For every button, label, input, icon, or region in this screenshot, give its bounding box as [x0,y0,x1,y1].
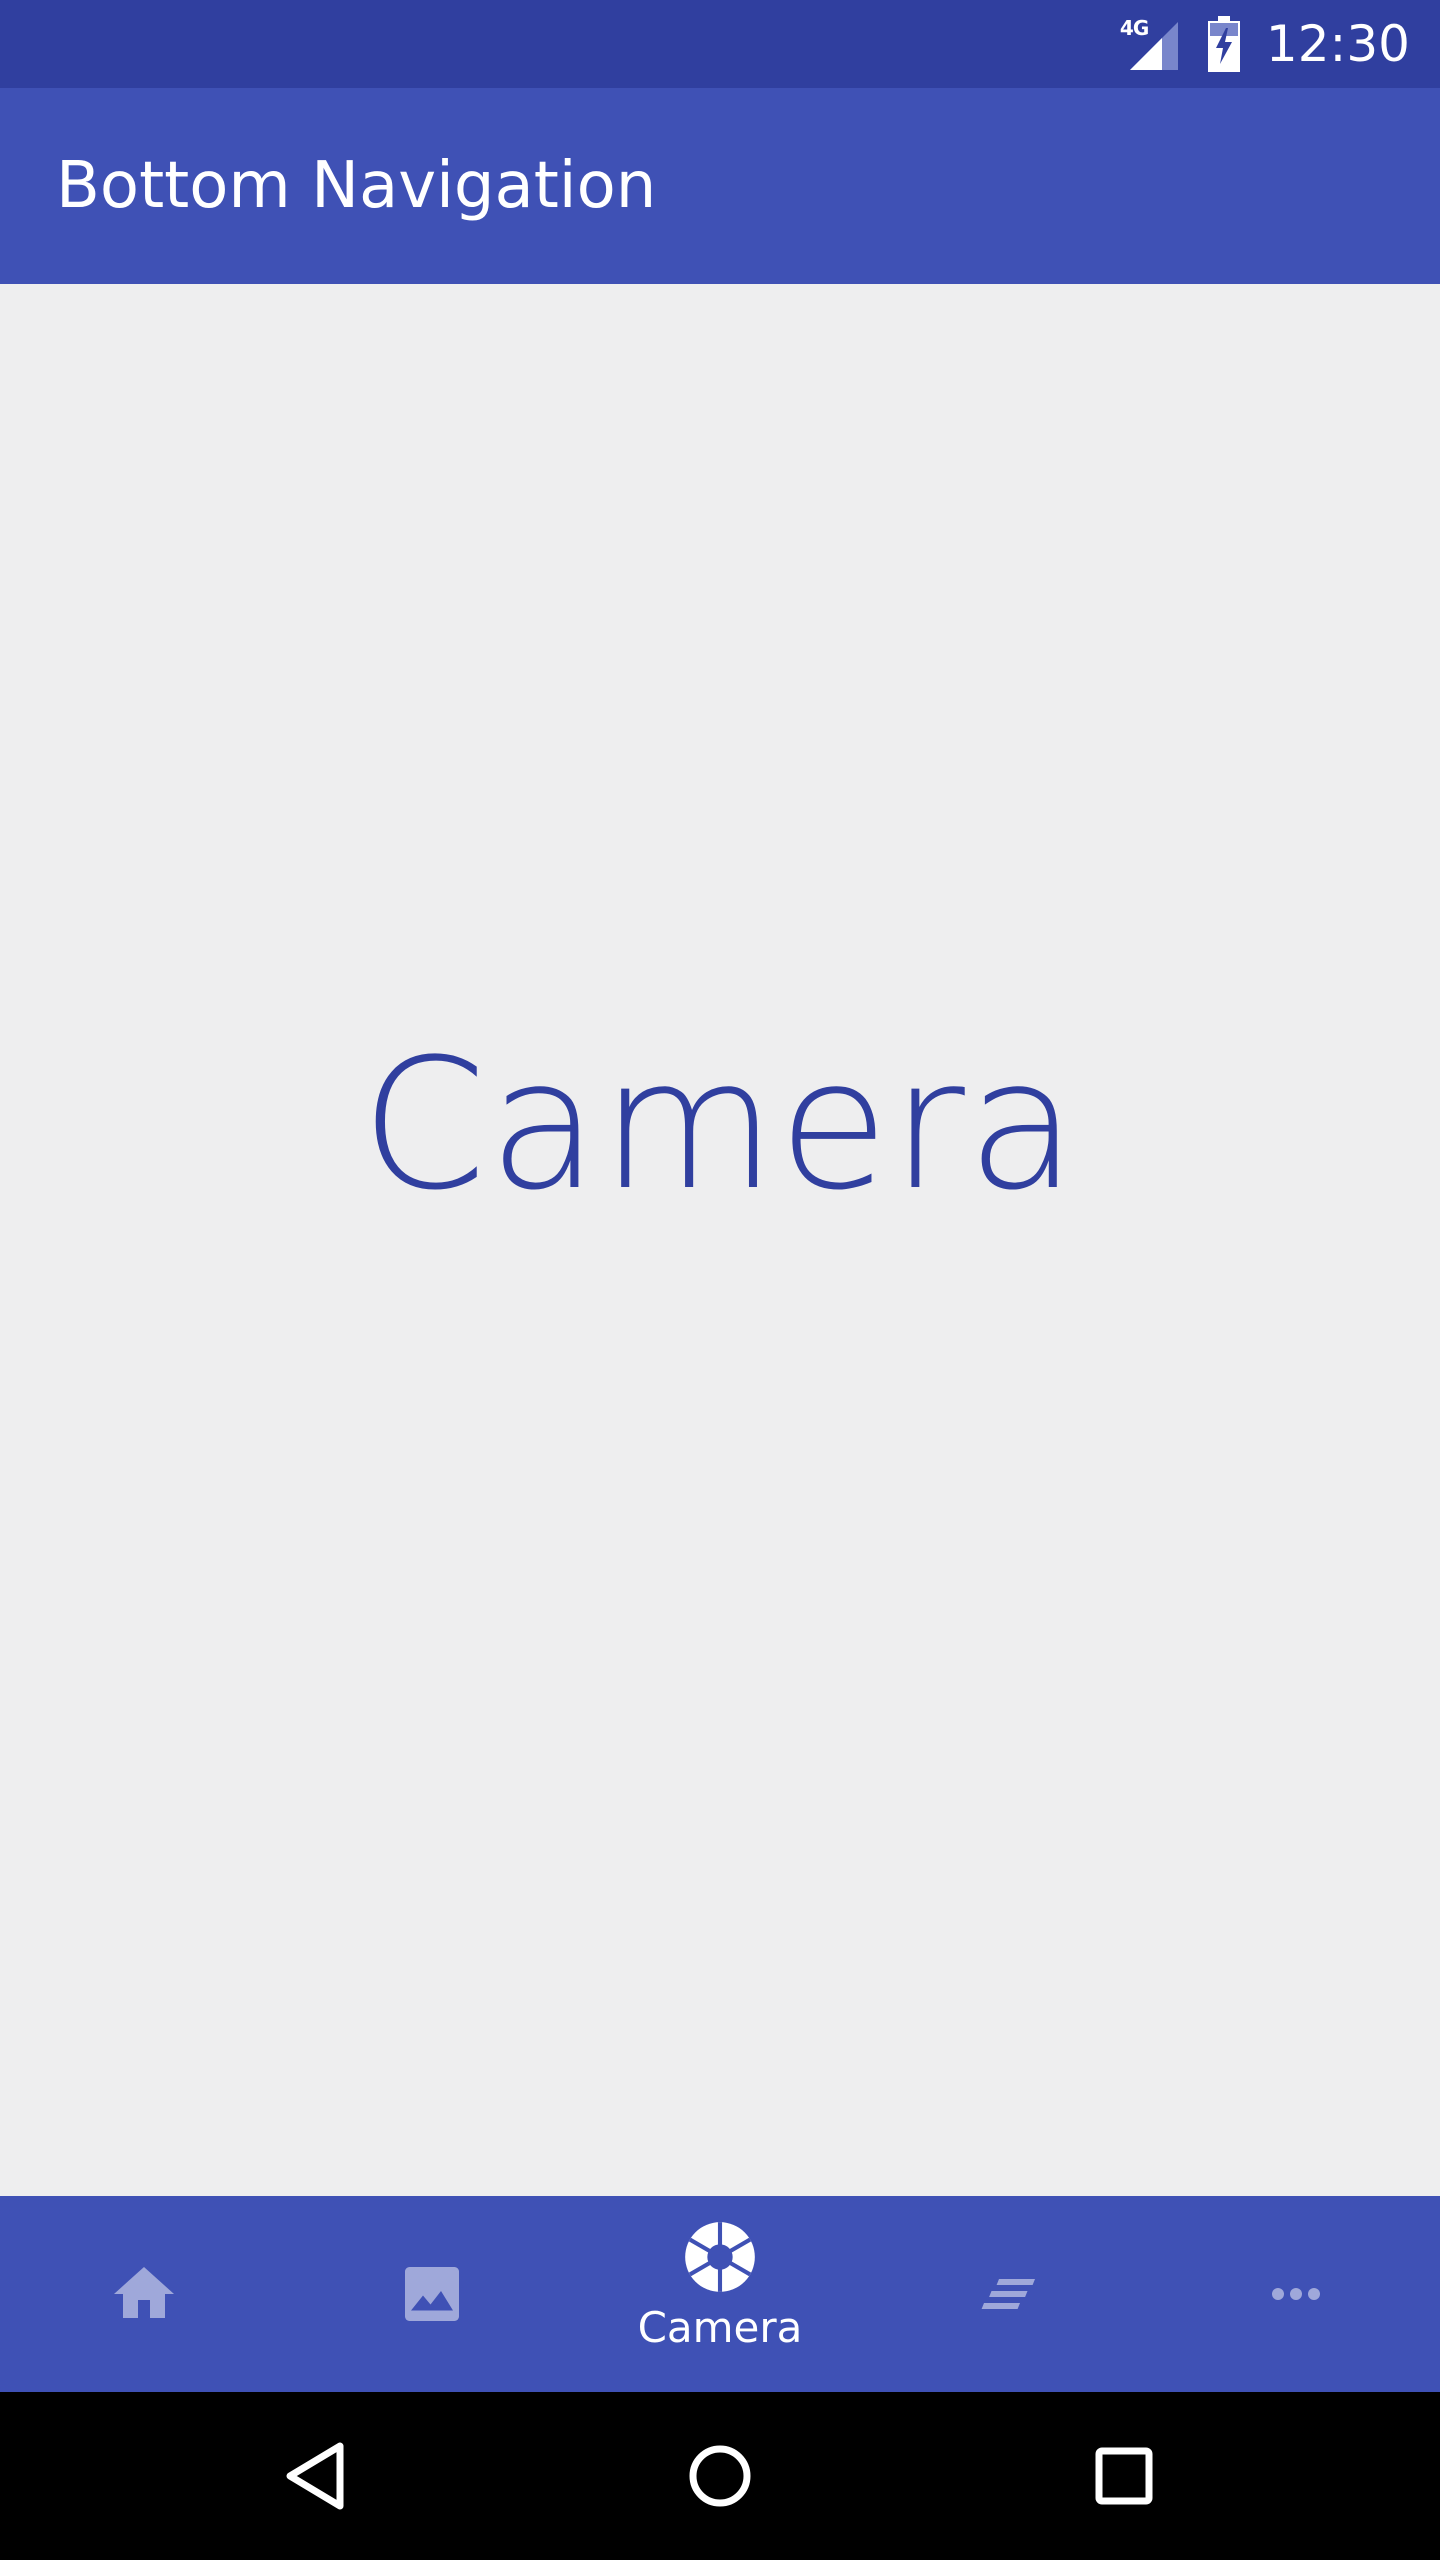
nav-item-label: Camera [637,2302,803,2352]
nav-item-home[interactable] [0,2196,288,2392]
signal-icon [1129,22,1178,70]
content-area: Camera [0,284,1440,2196]
recents-icon[interactable] [1084,2436,1164,2516]
home-circle-icon[interactable] [680,2436,760,2516]
status-bar: 4G 12:30 [0,0,1440,88]
notes-icon [981,2279,1035,2309]
page-title: Bottom Navigation [56,149,657,223]
cellular-signal: 4G [1120,14,1182,74]
nav-item-notes[interactable] [864,2196,1152,2392]
more-horiz-icon [1272,2288,1320,2300]
status-icons: 4G 12:30 [1120,0,1410,88]
battery-charging-icon [1207,16,1240,72]
app-bar: Bottom Navigation [0,88,1440,284]
clock: 12:30 [1265,15,1410,73]
camera-shutter-icon [685,2221,755,2292]
home-icon [114,2267,174,2318]
system-navigation-bar [0,2392,1440,2560]
image-icon [405,2267,459,2321]
bottom-navigation: Camera [0,2196,1440,2392]
nav-item-camera[interactable]: Camera [576,2196,864,2392]
nav-item-more[interactable] [1152,2196,1440,2392]
nav-item-image[interactable] [288,2196,576,2392]
content-label: Camera [360,1021,1080,1230]
back-icon[interactable] [276,2436,356,2516]
